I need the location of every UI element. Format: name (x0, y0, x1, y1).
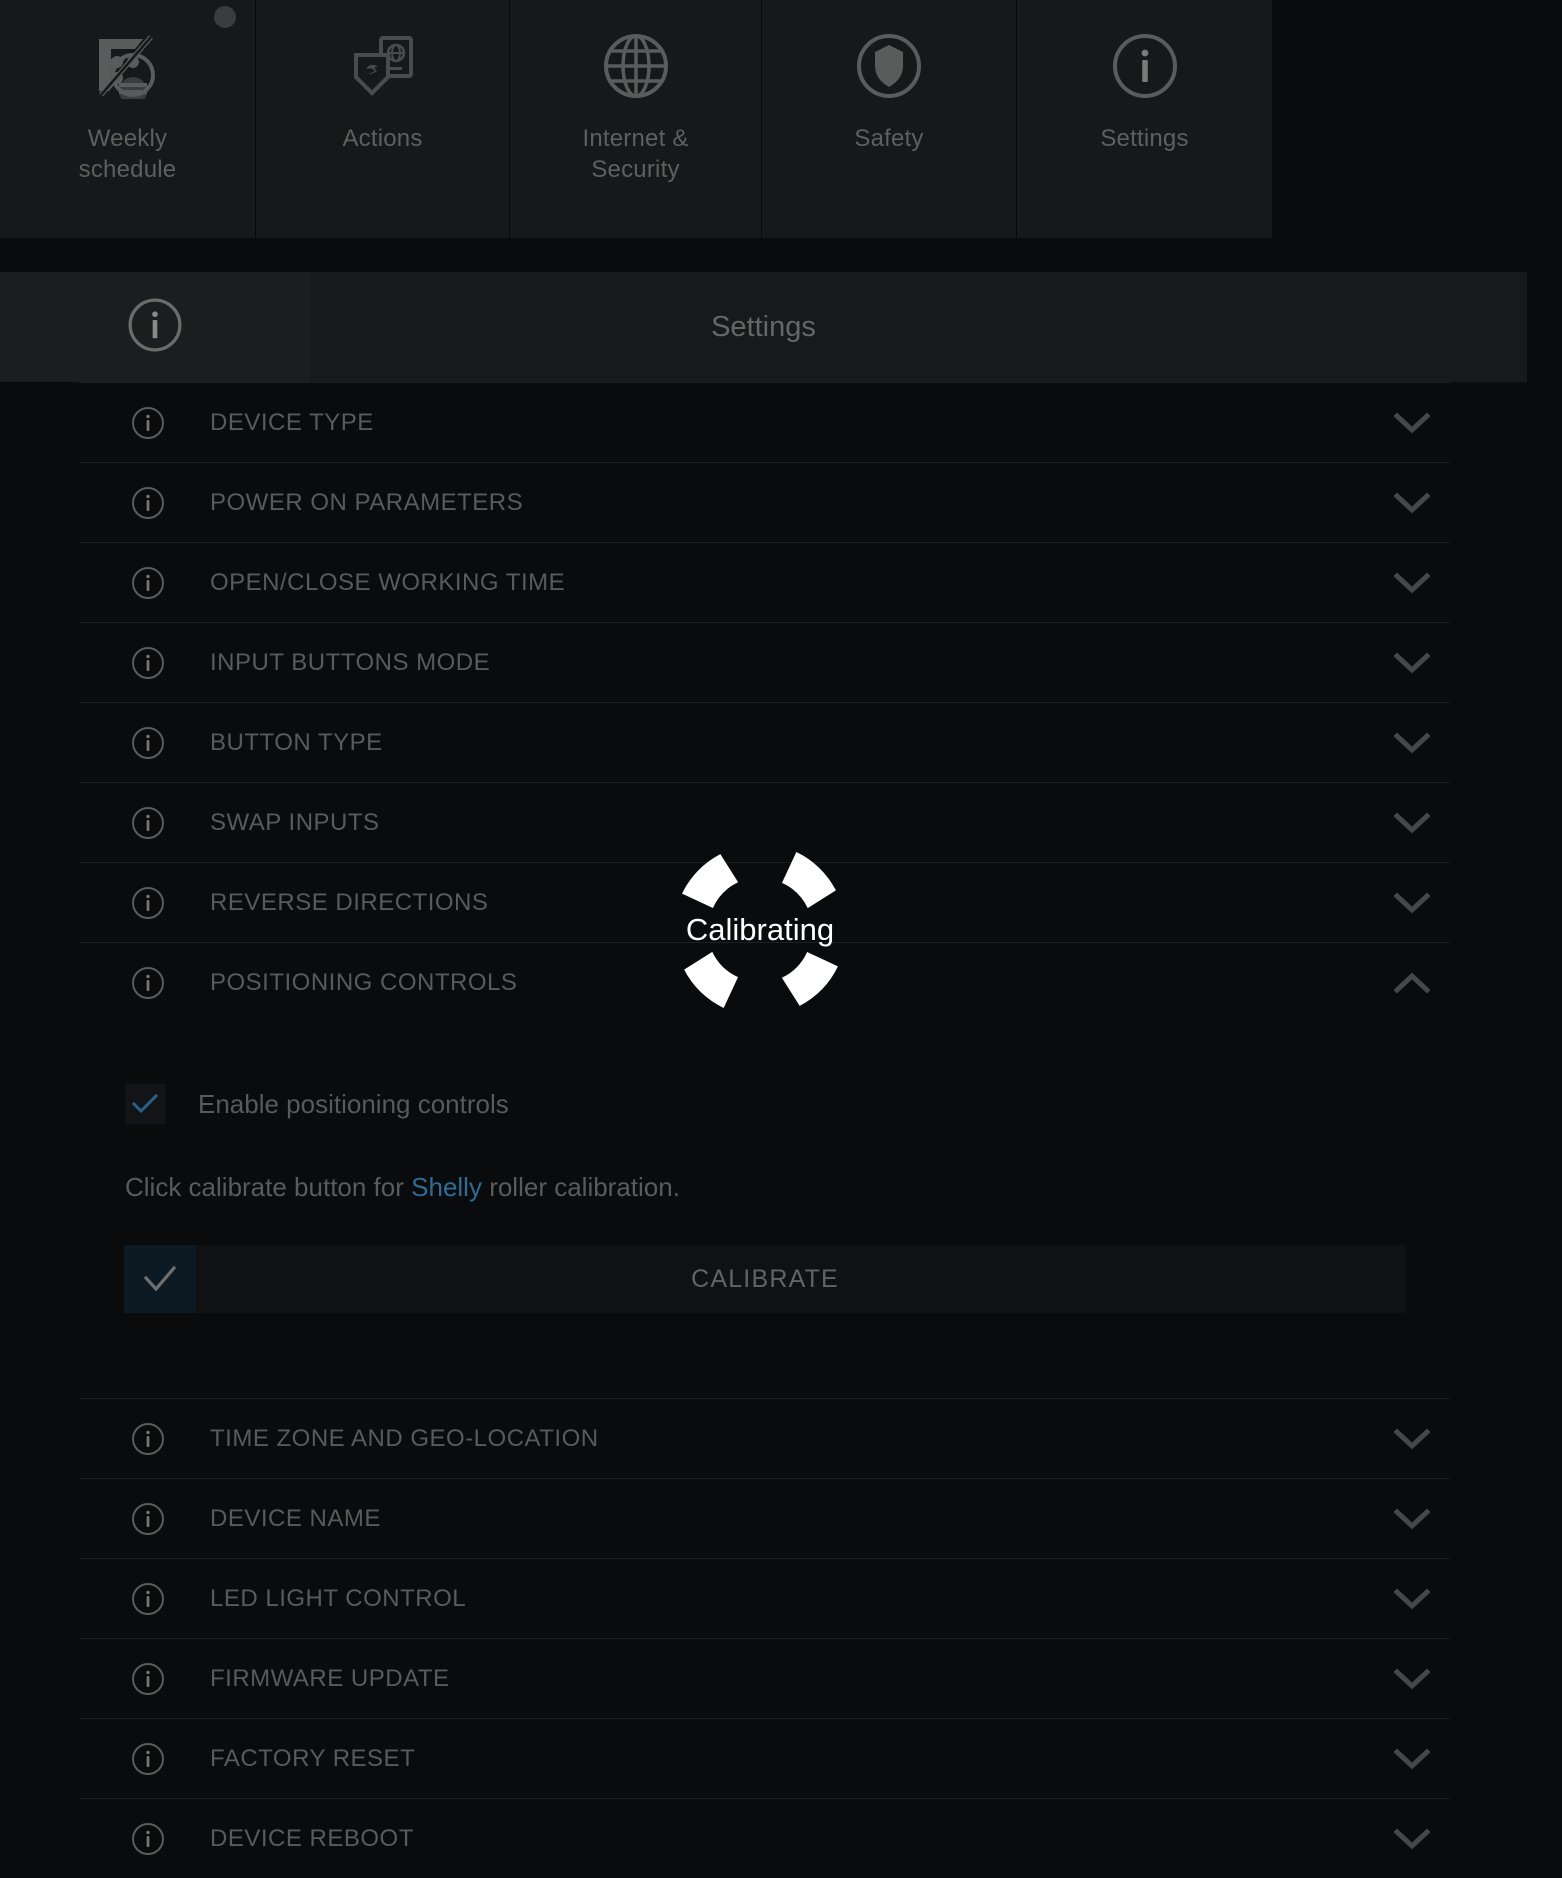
info-circle-icon (1105, 26, 1185, 106)
settings-row-device-name[interactable]: DEVICE NAME (79, 1478, 1450, 1558)
globe-icon (596, 26, 676, 106)
settings-row-time-zone-and-geo-location[interactable]: TIME ZONE AND GEO-LOCATION (79, 1398, 1450, 1478)
tab-weekly-schedule[interactable]: Weekly schedule (0, 0, 256, 238)
settings-row-reverse-directions[interactable]: REVERSE DIRECTIONS (79, 862, 1450, 942)
weekly-schedule-icon (88, 26, 168, 106)
settings-row-label: POSITIONING CONTROLS (210, 968, 518, 996)
chevron-down-icon[interactable] (1392, 883, 1432, 923)
chevron-up-icon[interactable] (1392, 963, 1432, 1003)
chevron-down-icon[interactable] (1392, 643, 1432, 683)
check-icon (132, 1094, 158, 1114)
chevron-down-icon[interactable] (1392, 1579, 1432, 1619)
calibrate-button[interactable]: CALIBRATE (124, 1245, 1406, 1313)
settings-row-label: REVERSE DIRECTIONS (210, 888, 489, 916)
enable-positioning-controls-label: Enable positioning controls (198, 1088, 509, 1119)
hint-text-after: roller calibration. (481, 1172, 680, 1202)
shelly-brand-link[interactable]: Shelly (411, 1172, 482, 1202)
settings-section-icon-cell[interactable] (0, 272, 310, 382)
settings-row-label: TIME ZONE AND GEO-LOCATION (210, 1424, 599, 1452)
chevron-down-icon[interactable] (1392, 403, 1432, 443)
chevron-down-icon[interactable] (1392, 803, 1432, 843)
settings-row-positioning-controls[interactable]: POSITIONING CONTROLS (79, 942, 1450, 1022)
shield-icon (849, 26, 929, 106)
settings-row-device-reboot[interactable]: DEVICE REBOOT (79, 1798, 1450, 1878)
info-circle-icon (114, 726, 182, 760)
info-circle-icon (114, 1822, 182, 1856)
info-circle-icon (114, 406, 182, 440)
settings-section-header: Settings (0, 272, 1527, 382)
tab-label-settings: Settings (1100, 125, 1189, 152)
settings-row-label: LED LIGHT CONTROL (210, 1584, 467, 1612)
settings-list: DEVICE TYPE POWER ON PARAMETERS OPEN/CLO… (0, 382, 1562, 1022)
settings-row-power-on-parameters[interactable]: POWER ON PARAMETERS (79, 462, 1450, 542)
tab-label-internet-security: Internet & Security (582, 125, 689, 183)
settings-row-label: DEVICE TYPE (210, 408, 374, 436)
settings-row-label: DEVICE REBOOT (210, 1824, 414, 1852)
settings-row-label: DEVICE NAME (210, 1504, 381, 1532)
chevron-down-icon[interactable] (1392, 1499, 1432, 1539)
settings-row-label: SWAP INPUTS (210, 808, 380, 836)
positioning-controls-panel: Enable positioning controls Click calibr… (0, 1050, 1562, 1402)
settings-row-label: BUTTON TYPE (210, 728, 383, 756)
calibrate-button-label: CALIBRATE (691, 1264, 839, 1293)
chevron-down-icon[interactable] (1392, 723, 1432, 763)
chevron-down-icon[interactable] (1392, 1739, 1432, 1779)
page-title: Settings (711, 310, 816, 343)
settings-row-led-light-control[interactable]: LED LIGHT CONTROL (79, 1558, 1450, 1638)
actions-shield-device-icon (343, 26, 423, 106)
settings-row-label: OPEN/CLOSE WORKING TIME (210, 568, 566, 596)
settings-row-button-type[interactable]: BUTTON TYPE (79, 702, 1450, 782)
chevron-down-icon[interactable] (1392, 1819, 1432, 1859)
info-circle-icon (114, 806, 182, 840)
primary-tab-bar: Weekly schedule Actions Internet & Secur… (0, 0, 1272, 238)
weekly-schedule-badge-dot (214, 6, 236, 28)
tab-safety[interactable]: Safety (762, 0, 1017, 238)
settings-row-label: POWER ON PARAMETERS (210, 488, 524, 516)
check-icon (124, 1245, 196, 1313)
settings-row-device-type[interactable]: DEVICE TYPE (79, 382, 1450, 462)
tab-label-weekly-schedule: Weekly schedule (78, 125, 177, 183)
settings-row-swap-inputs[interactable]: SWAP INPUTS (79, 782, 1450, 862)
info-circle-icon (114, 646, 182, 680)
info-circle-icon (114, 1582, 182, 1616)
calibration-hint-text: Click calibrate button for Shelly roller… (125, 1172, 680, 1203)
tab-internet-security[interactable]: Internet & Security (510, 0, 762, 238)
info-circle-icon (114, 1662, 182, 1696)
tab-label-safety: Safety (854, 125, 924, 152)
info-circle-icon (114, 1422, 182, 1456)
info-circle-icon (126, 296, 184, 359)
settings-list-secondary: TIME ZONE AND GEO-LOCATION DEVICE NAME L… (0, 1398, 1562, 1878)
info-circle-icon (114, 966, 182, 1000)
enable-positioning-controls-row[interactable]: Enable positioning controls (125, 1084, 509, 1124)
settings-row-label: FACTORY RESET (210, 1744, 416, 1772)
chevron-down-icon[interactable] (1392, 563, 1432, 603)
settings-row-open-close-working-time[interactable]: OPEN/CLOSE WORKING TIME (79, 542, 1450, 622)
chevron-down-icon[interactable] (1392, 483, 1432, 523)
tab-actions[interactable]: Actions (256, 0, 510, 238)
enable-positioning-controls-checkbox[interactable] (125, 1084, 165, 1124)
settings-row-factory-reset[interactable]: FACTORY RESET (79, 1718, 1450, 1798)
tab-label-actions: Actions (342, 125, 423, 152)
hint-text-before: Click calibrate button for (125, 1172, 412, 1202)
info-circle-icon (114, 566, 182, 600)
info-circle-icon (114, 486, 182, 520)
settings-row-label: INPUT BUTTONS MODE (210, 648, 491, 676)
settings-row-input-buttons-mode[interactable]: INPUT BUTTONS MODE (79, 622, 1450, 702)
info-circle-icon (114, 1502, 182, 1536)
chevron-down-icon[interactable] (1392, 1659, 1432, 1699)
info-circle-icon (114, 1742, 182, 1776)
settings-row-label: FIRMWARE UPDATE (210, 1664, 450, 1692)
chevron-down-icon[interactable] (1392, 1419, 1432, 1459)
settings-row-firmware-update[interactable]: FIRMWARE UPDATE (79, 1638, 1450, 1718)
info-circle-icon (114, 886, 182, 920)
tab-settings[interactable]: Settings (1017, 0, 1272, 238)
